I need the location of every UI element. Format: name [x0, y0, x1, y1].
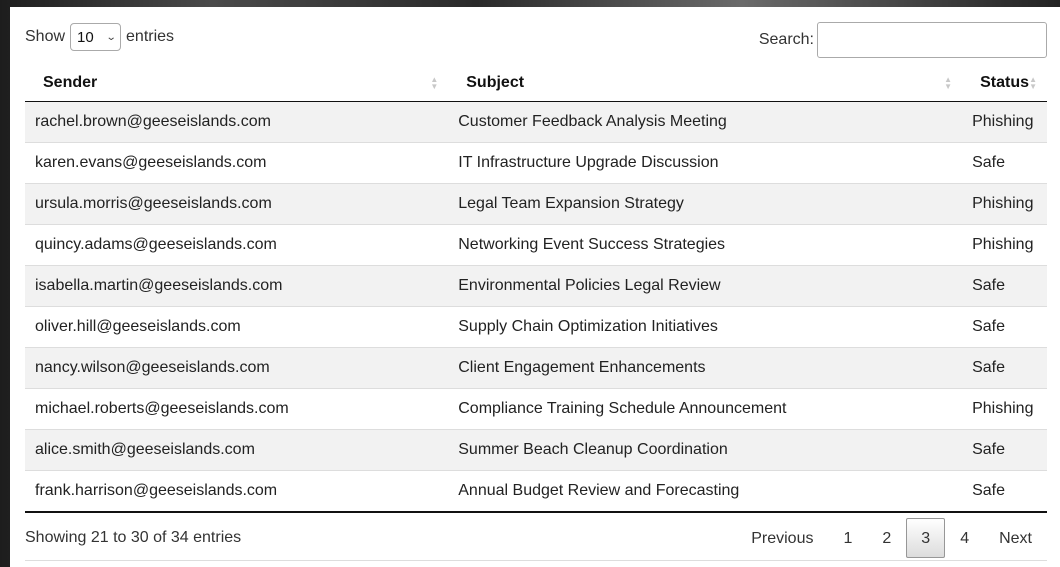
sender-cell: isabella.martin@geeseislands.com [25, 265, 449, 307]
page-1-button[interactable]: 1 [828, 518, 867, 558]
subject-cell: Summer Beach Cleanup Coordination [448, 429, 963, 471]
subject-cell: Annual Budget Review and Forecasting [448, 470, 963, 513]
table-row: alice.smith@geeseislands.com Summer Beac… [25, 429, 1047, 471]
subject-cell: Client Engagement Enhancements [448, 347, 963, 389]
column-header-subject[interactable]: Subject ▲ ▼ [448, 65, 963, 102]
sender-cell: frank.harrison@geeseislands.com [25, 470, 449, 513]
sender-cell: karen.evans@geeseislands.com [25, 142, 449, 184]
table-row: karen.evans@geeseislands.com IT Infrastr… [25, 142, 1047, 184]
table-row: quincy.adams@geeseislands.com Networking… [25, 224, 1047, 266]
status-cell: Safe [962, 142, 1047, 184]
table-row: nancy.wilson@geeseislands.com Client Eng… [25, 347, 1047, 389]
page-3-button[interactable]: 3 [906, 518, 946, 558]
subject-cell: Networking Event Success Strategies [448, 224, 963, 266]
status-cell: Safe [962, 306, 1047, 348]
sort-arrows-icon: ▲ ▼ [1029, 75, 1037, 91]
status-cell: Phishing [962, 183, 1047, 225]
column-header-sender[interactable]: Sender ▲ ▼ [25, 65, 449, 102]
table-row: frank.harrison@geeseislands.com Annual B… [25, 470, 1047, 513]
status-cell: Phishing [962, 224, 1047, 266]
sort-arrows-icon: ▲ ▼ [944, 75, 953, 91]
sender-cell: nancy.wilson@geeseislands.com [25, 347, 449, 389]
status-cell: Safe [962, 470, 1047, 513]
sender-cell: ursula.morris@geeseislands.com [25, 183, 449, 225]
sender-cell: alice.smith@geeseislands.com [25, 429, 449, 471]
status-cell: Safe [962, 347, 1047, 389]
subject-cell: Compliance Training Schedule Announcemen… [448, 388, 963, 430]
status-cell: Safe [962, 265, 1047, 307]
table-controls: Show 10 ⌄ entries Search: [25, 22, 1047, 62]
status-cell: Safe [962, 429, 1047, 471]
table-row: ursula.morris@geeseislands.com Legal Tea… [25, 183, 1047, 225]
previous-page-button[interactable]: Previous [736, 518, 828, 558]
sender-cell: rachel.brown@geeseislands.com [25, 101, 449, 143]
status-cell: Phishing [962, 101, 1047, 143]
data-table-panel: Show 10 ⌄ entries Search: Sender ▲ ▼ Subj… [10, 7, 1060, 567]
show-label: Show [25, 28, 66, 45]
bottom-divider [25, 560, 1047, 561]
search-control: Search: [759, 22, 1047, 58]
subject-cell: IT Infrastructure Upgrade Discussion [448, 142, 963, 184]
status-cell: Phishing [962, 388, 1047, 430]
table-header-row: Sender ▲ ▼ Subject ▲ ▼ Status ▲ ▼ [25, 65, 1047, 102]
next-page-button[interactable]: Next [984, 518, 1047, 558]
search-label: Search: [758, 31, 814, 48]
sender-cell: quincy.adams@geeseislands.com [25, 224, 449, 266]
emails-table: Sender ▲ ▼ Subject ▲ ▼ Status ▲ ▼ rachel.br… [25, 65, 1047, 513]
table-row: michael.roberts@geeseislands.com Complia… [25, 388, 1047, 430]
sender-header-label: Sender [43, 74, 98, 91]
table-row: rachel.brown@geeseislands.com Customer F… [25, 101, 1047, 143]
status-header-label: Status [980, 74, 1029, 91]
subject-header-label: Subject [466, 74, 525, 91]
subject-cell: Environmental Policies Legal Review [448, 265, 963, 307]
search-input[interactable] [817, 22, 1047, 58]
column-header-status[interactable]: Status ▲ ▼ [962, 65, 1047, 102]
page-4-button[interactable]: 4 [945, 518, 984, 558]
table-row: oliver.hill@geeseislands.com Supply Chai… [25, 306, 1047, 348]
subject-cell: Supply Chain Optimization Initiatives [448, 306, 963, 348]
subject-cell: Legal Team Expansion Strategy [448, 183, 963, 225]
page-length-value: 10 [77, 28, 94, 46]
subject-cell: Customer Feedback Analysis Meeting [448, 101, 963, 143]
entries-label: entries [126, 28, 175, 45]
table-row: isabella.martin@geeseislands.com Environ… [25, 265, 1047, 307]
sort-arrows-icon: ▲ ▼ [430, 75, 439, 91]
pagination: Previous 1 2 3 4 Next [736, 518, 1047, 558]
sender-cell: oliver.hill@geeseislands.com [25, 306, 449, 348]
chevron-down-icon: ⌄ [105, 31, 117, 43]
page-length-select[interactable]: 10 ⌄ [70, 23, 122, 51]
page-length-control: Show 10 ⌄ entries [25, 22, 174, 52]
table-info: Showing 21 to 30 of 34 entries [25, 529, 242, 546]
page-2-button[interactable]: 2 [867, 518, 906, 558]
sender-cell: michael.roberts@geeseislands.com [25, 388, 449, 430]
